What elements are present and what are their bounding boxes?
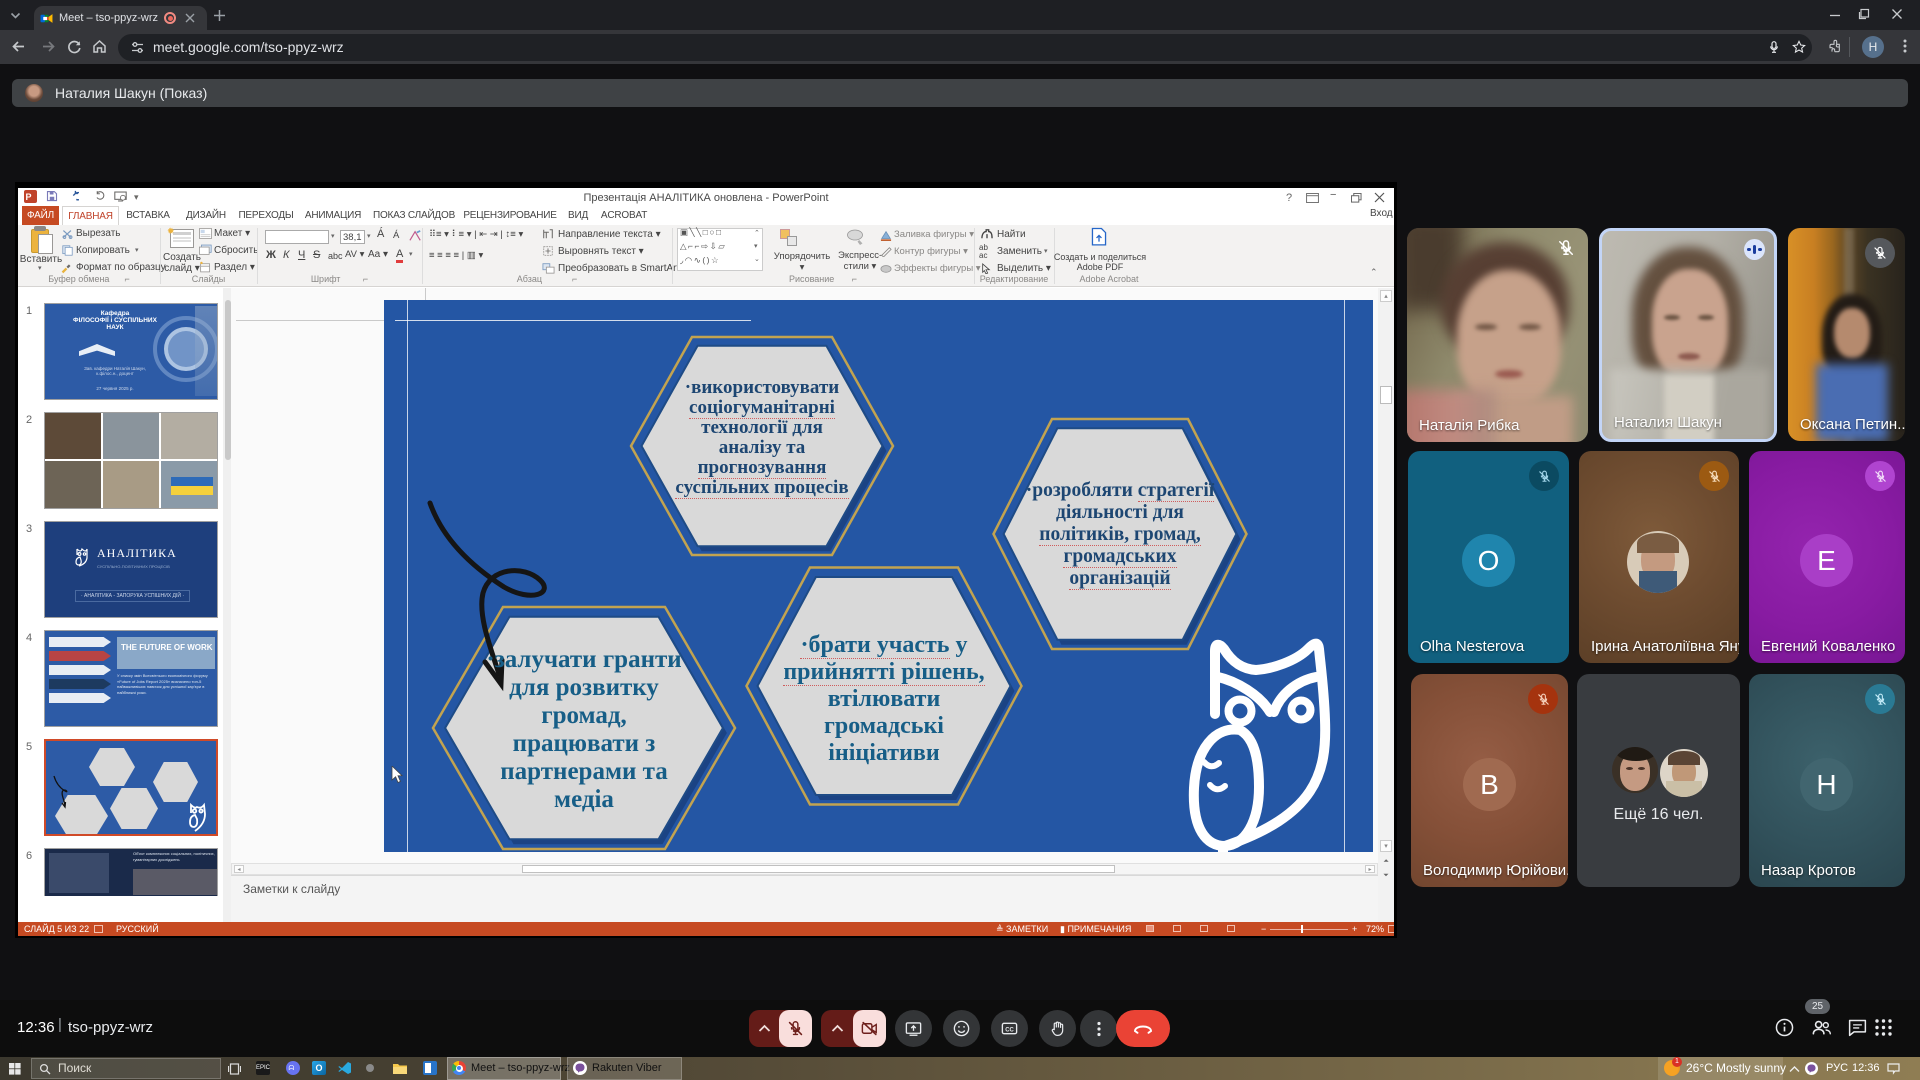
svg-text:CC: CC bbox=[1005, 1027, 1014, 1033]
